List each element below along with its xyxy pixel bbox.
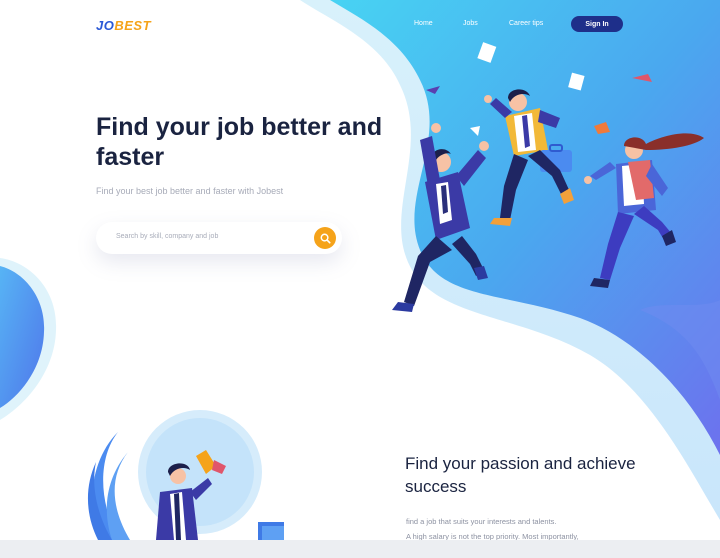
hero-subtitle: Find your best job better and faster wit… bbox=[96, 186, 284, 196]
person-running-briefcase-illustration bbox=[484, 89, 574, 226]
nav-link-jobs[interactable]: Jobs bbox=[463, 20, 478, 27]
sign-in-button[interactable]: Sign In bbox=[571, 16, 623, 32]
search-bar: Search by skill, company and job bbox=[96, 222, 342, 254]
search-button[interactable] bbox=[314, 227, 336, 249]
logo-part1: JO bbox=[96, 18, 115, 33]
paper-icon bbox=[389, 105, 409, 125]
lightbulb-illustration bbox=[87, 410, 284, 540]
search-icon bbox=[320, 233, 331, 244]
person-woman-running-illustration bbox=[584, 133, 704, 288]
logo-part2: BEST bbox=[114, 18, 152, 33]
nav-link-home[interactable]: Home bbox=[414, 20, 433, 27]
nav-link-career-tips[interactable]: Career tips bbox=[509, 20, 543, 27]
paper-icon bbox=[477, 42, 497, 63]
paper-icon bbox=[568, 72, 585, 91]
bottom-bar bbox=[0, 540, 720, 558]
hero-title: Find your job better and faster bbox=[96, 113, 383, 171]
person-jumping-illustration bbox=[392, 123, 489, 312]
search-input[interactable]: Search by skill, company and job bbox=[116, 233, 218, 240]
section-title: Find your passion and achieve success bbox=[405, 454, 636, 496]
logo[interactable]: JOBEST bbox=[96, 18, 151, 33]
section-text-line: find a job that suits your interests and… bbox=[406, 517, 557, 526]
